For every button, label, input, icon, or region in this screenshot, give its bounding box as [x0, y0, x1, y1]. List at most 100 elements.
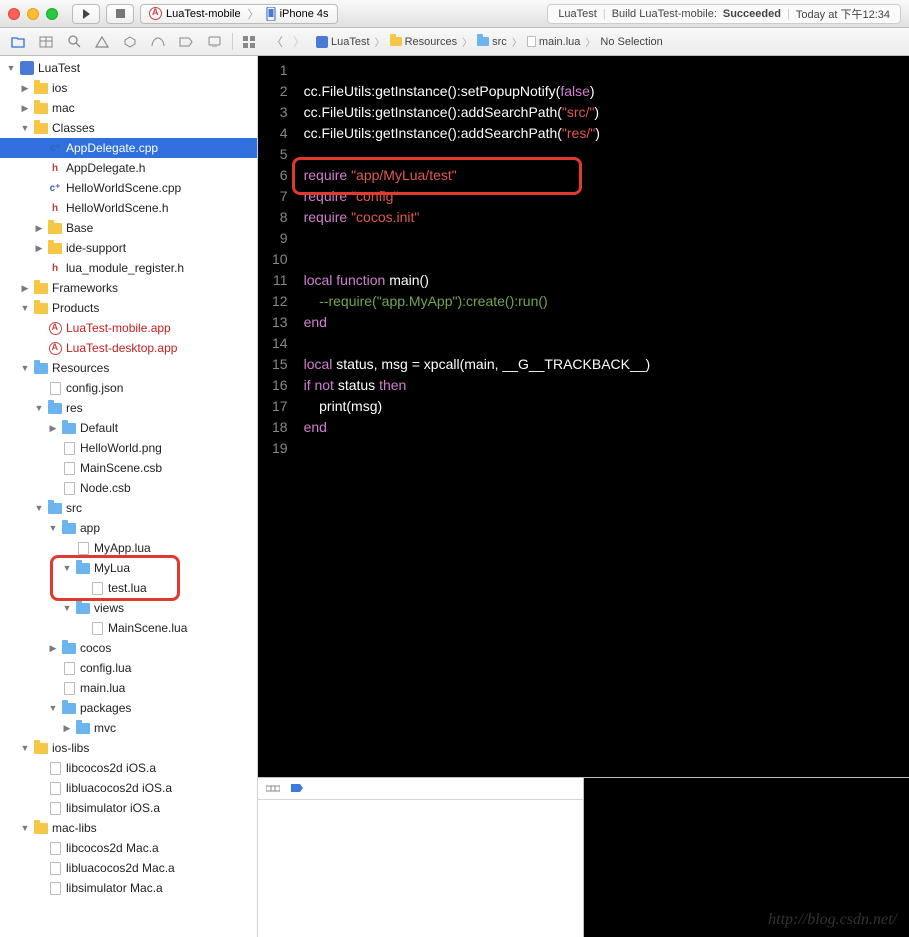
tree-row[interactable]: ▼src — [0, 498, 257, 518]
tree-row[interactable]: Node.csb — [0, 478, 257, 498]
code-line[interactable] — [304, 60, 651, 81]
tree-row[interactable]: libcocos2d Mac.a — [0, 838, 257, 858]
stop-button[interactable] — [106, 4, 134, 24]
code-line[interactable]: cc.FileUtils:getInstance():addSearchPath… — [304, 123, 651, 144]
tree-row[interactable]: libluacocos2d iOS.a — [0, 778, 257, 798]
code-line[interactable] — [304, 438, 651, 459]
tree-row[interactable]: ▼LuaTest — [0, 58, 257, 78]
tree-row[interactable]: libcocos2d iOS.a — [0, 758, 257, 778]
tree-row[interactable]: ▶Base — [0, 218, 257, 238]
tree-row[interactable]: config.lua — [0, 658, 257, 678]
go-back-button[interactable]: 〈 — [271, 33, 283, 50]
tree-row[interactable]: MainScene.lua — [0, 618, 257, 638]
related-items-button[interactable] — [241, 34, 257, 50]
code-content[interactable]: cc.FileUtils:getInstance():setPopupNotif… — [296, 56, 659, 777]
tree-row[interactable]: MainScene.csb — [0, 458, 257, 478]
code-line[interactable] — [304, 144, 651, 165]
jump-bar[interactable]: LuaTest〉Resources〉src〉main.lua〉No Select… — [313, 34, 666, 49]
breadcrumb-item[interactable]: Resources — [387, 35, 461, 49]
code-line[interactable]: cc.FileUtils:getInstance():setPopupNotif… — [304, 81, 651, 102]
test-navigator-tab[interactable] — [122, 34, 138, 50]
tree-label: ios-libs — [52, 741, 89, 755]
tree-row[interactable]: test.lua — [0, 578, 257, 598]
tree-row[interactable]: ▼Resources — [0, 358, 257, 378]
symbol-navigator-tab[interactable] — [38, 34, 54, 50]
tree-row[interactable]: libsimulator Mac.a — [0, 878, 257, 898]
tree-row[interactable]: hAppDelegate.h — [0, 158, 257, 178]
scheme-selector[interactable]: LuaTest-mobile 〉 iPhone 4s — [140, 4, 338, 24]
tree-row[interactable]: ▼res — [0, 398, 257, 418]
close-window-button[interactable] — [8, 8, 20, 20]
tree-row[interactable]: ▼app — [0, 518, 257, 538]
tree-row[interactable]: MyApp.lua — [0, 538, 257, 558]
tree-row[interactable]: ▶cocos — [0, 638, 257, 658]
minimize-window-button[interactable] — [27, 8, 39, 20]
tree-row[interactable]: c⁺HelloWorldScene.cpp — [0, 178, 257, 198]
project-navigator[interactable]: ▼LuaTest▶ios▶mac▼Classesc⁺AppDelegate.cp… — [0, 56, 258, 937]
code-line[interactable]: end — [304, 417, 651, 438]
tree-row[interactable]: LuaTest-mobile.app — [0, 318, 257, 338]
code-line[interactable]: cc.FileUtils:getInstance():addSearchPath… — [304, 102, 651, 123]
tree-row[interactable]: ▼mac-libs — [0, 818, 257, 838]
tree-row[interactable]: hlua_module_register.h — [0, 258, 257, 278]
code-line[interactable] — [304, 333, 651, 354]
source-editor[interactable]: 12345678910111213141516171819 cc.FileUti… — [258, 56, 909, 777]
code-line[interactable]: local status, msg = xpcall(main, __G__TR… — [304, 354, 651, 375]
tree-row[interactable]: ▼Products — [0, 298, 257, 318]
tree-row[interactable]: ▼MyLua — [0, 558, 257, 578]
cfile-icon: c⁺ — [47, 141, 63, 155]
status-result: Succeeded — [723, 8, 781, 20]
tree-label: ide-support — [66, 241, 126, 255]
tree-label: libsimulator iOS.a — [66, 801, 160, 815]
code-line[interactable]: if not status then — [304, 375, 651, 396]
tree-row[interactable]: ▼ios-libs — [0, 738, 257, 758]
code-line[interactable]: local function main() — [304, 270, 651, 291]
code-line[interactable]: --require("app.MyApp"):create():run() — [304, 291, 651, 312]
console-view[interactable] — [583, 778, 909, 937]
code-line[interactable]: require "config" — [304, 186, 651, 207]
report-navigator-tab[interactable] — [206, 34, 222, 50]
breakpoint-navigator-tab[interactable] — [178, 34, 194, 50]
issue-navigator-tab[interactable] — [94, 34, 110, 50]
run-button[interactable] — [72, 4, 100, 24]
tree-row[interactable]: ▶Default — [0, 418, 257, 438]
tree-row[interactable]: ▼Classes — [0, 118, 257, 138]
tree-label: ios — [52, 81, 67, 95]
tree-row[interactable]: hHelloWorldScene.h — [0, 198, 257, 218]
tree-row[interactable]: config.json — [0, 378, 257, 398]
tree-row[interactable]: ▶Frameworks — [0, 278, 257, 298]
breadcrumb-item[interactable]: main.lua — [524, 35, 584, 49]
tree-label: LuaTest — [38, 61, 80, 75]
debug-navigator-tab[interactable] — [150, 34, 166, 50]
tree-row[interactable]: ▶mvc — [0, 718, 257, 738]
code-line[interactable]: require "cocos.init" — [304, 207, 651, 228]
code-line[interactable] — [304, 249, 651, 270]
tree-row[interactable]: ▶mac — [0, 98, 257, 118]
tree-row[interactable]: libsimulator iOS.a — [0, 798, 257, 818]
breakpoint-toggle-icon[interactable] — [290, 782, 304, 796]
code-line[interactable]: require "app/MyLua/test" — [304, 165, 651, 186]
zoom-window-button[interactable] — [46, 8, 58, 20]
navigator-toolbar: 〈 〉 LuaTest〉Resources〉src〉main.lua〉No Se… — [0, 28, 909, 56]
tree-row[interactable]: c⁺AppDelegate.cpp — [0, 138, 257, 158]
breadcrumb-item[interactable]: No Selection — [597, 35, 665, 49]
tree-row[interactable]: main.lua — [0, 678, 257, 698]
tree-row[interactable]: LuaTest-desktop.app — [0, 338, 257, 358]
tree-row[interactable]: libluacocos2d Mac.a — [0, 858, 257, 878]
tree-row[interactable]: ▼views — [0, 598, 257, 618]
tree-row[interactable]: ▶ios — [0, 78, 257, 98]
code-line[interactable] — [304, 228, 651, 249]
variables-view[interactable] — [258, 778, 583, 937]
project-navigator-tab[interactable] — [10, 34, 26, 50]
find-navigator-tab[interactable] — [66, 34, 82, 50]
go-forward-button[interactable]: 〉 — [293, 33, 305, 50]
tree-row[interactable]: ▶ide-support — [0, 238, 257, 258]
tree-row[interactable]: HelloWorld.png — [0, 438, 257, 458]
toggle-debug-icon[interactable] — [266, 782, 280, 796]
breadcrumb-item[interactable]: src — [474, 35, 510, 49]
code-line[interactable]: end — [304, 312, 651, 333]
code-line[interactable]: print(msg) — [304, 396, 651, 417]
tree-label: src — [66, 501, 82, 515]
breadcrumb-item[interactable]: LuaTest — [313, 35, 373, 49]
tree-row[interactable]: ▼packages — [0, 698, 257, 718]
